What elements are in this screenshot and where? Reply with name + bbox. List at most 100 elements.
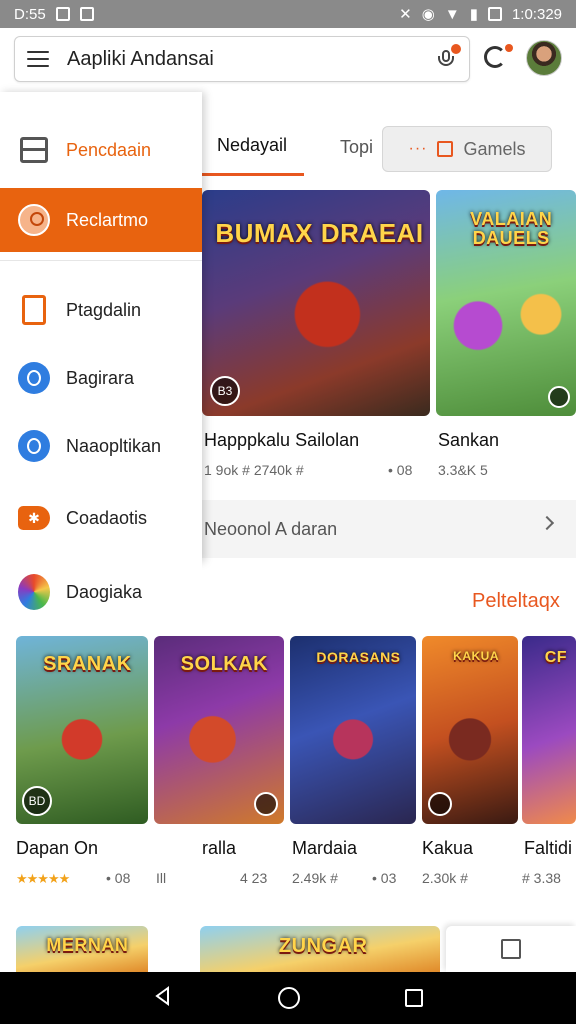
featured-title[interactable]: Happpkalu Sailolan	[204, 430, 359, 451]
card-art-title: VALAIAN DAUELS	[470, 209, 553, 248]
chevron-right-icon	[539, 515, 555, 531]
drawer-item-pencdaain[interactable]: Pencdaain	[0, 118, 202, 182]
drawer-item-label: Ptagdalin	[66, 299, 142, 320]
game-title[interactable]: ralla	[202, 838, 236, 859]
status-time-left: D:55	[14, 5, 46, 23]
refresh-icon[interactable]	[484, 46, 506, 68]
microphone-icon[interactable]	[435, 44, 461, 70]
game-meta: 4 23	[240, 870, 268, 886]
card-art-title: MERNAN	[46, 935, 129, 955]
top-bar: Aapliki Andansai	[0, 28, 576, 92]
game-icon	[18, 574, 50, 610]
game-card[interactable]: SRANAK BD	[16, 636, 148, 824]
card-art-title: SRANAK	[43, 653, 132, 675]
game-title[interactable]: Kakua	[422, 838, 473, 859]
tab-nedayail[interactable]: Nedayail	[200, 118, 304, 176]
drawer-item-bagirara[interactable]: Bagirara	[0, 346, 202, 410]
divider	[0, 260, 202, 261]
document-icon	[18, 294, 50, 326]
signal-icon: ▮	[469, 6, 478, 23]
featured-card[interactable]: VALAIAN DAUELS	[436, 190, 576, 416]
battery-icon	[487, 7, 502, 21]
featured-title[interactable]: Sankan	[438, 430, 499, 451]
card-badge: BD	[22, 786, 52, 816]
search-input[interactable]: Aapliki Andansai	[67, 48, 435, 71]
game-meta: 2.49k #	[292, 870, 338, 886]
more-dots-icon: ···	[408, 140, 428, 157]
status-bar: D:55 ✕ ◉ ▼ ▮ 1:0:329	[0, 0, 576, 28]
document-icon	[501, 939, 521, 959]
rating-stars-icon: ★★★★★	[16, 871, 70, 886]
floating-action-tab[interactable]	[446, 926, 576, 972]
menu-icon[interactable]	[27, 51, 49, 67]
system-nav-bar	[0, 972, 576, 1024]
notification-icon	[55, 7, 70, 21]
notification-icon	[79, 7, 94, 21]
card-badge	[254, 792, 278, 816]
card-art-title: KAKUA	[453, 649, 499, 663]
game-rating: ★★★★★	[16, 870, 70, 887]
card-badge	[428, 792, 452, 816]
back-icon[interactable]	[153, 985, 173, 1011]
game-title[interactable]: Faltidi	[524, 838, 572, 859]
recent-apps-icon[interactable]	[405, 989, 424, 1007]
game-meta: 2.30k #	[422, 870, 468, 886]
card-art-title: DORASANS	[316, 649, 401, 665]
game-meta-left: Ill	[156, 870, 167, 886]
game-card[interactable]: ZUNGAR	[200, 926, 440, 972]
game-card[interactable]: DORASANS	[290, 636, 416, 824]
card-art-title: ZUNGAR	[278, 935, 368, 957]
game-meta: # 3.38	[522, 870, 561, 886]
drawer-item-label: Pencdaain	[66, 139, 152, 160]
tag-icon: ✱	[18, 502, 50, 534]
card-badge	[548, 386, 570, 408]
featured-card[interactable]: BUMAX DRAEAI B3	[202, 190, 430, 416]
featured-meta: 3.3&K 5	[438, 462, 488, 478]
featured-meta: 1 9ok # 2740k #	[204, 462, 304, 478]
drawer-item-label: Naaopltikan	[66, 435, 162, 456]
search-bar[interactable]: Aapliki Andansai	[14, 36, 470, 82]
layout-icon	[18, 134, 50, 166]
game-card[interactable]: MERNAN	[16, 926, 148, 972]
card-art-title: BUMAX DRAEAI	[215, 218, 424, 248]
game-title[interactable]: Dapan On	[16, 838, 98, 859]
game-card[interactable]: SOLKAK	[154, 636, 284, 824]
gift-icon	[437, 141, 454, 157]
drawer-item-reclartmo[interactable]: Reclartmo	[0, 188, 202, 252]
alarm-icon: ◉	[421, 6, 435, 23]
section-link[interactable]: Pelteltaqx	[472, 590, 560, 613]
game-meta: • 08	[106, 870, 131, 886]
status-time-right: 1:0:329	[511, 5, 562, 23]
drawer-item-ptagdalin[interactable]: Ptagdalin	[0, 278, 202, 342]
circle-o-icon	[18, 430, 50, 462]
card-art-title: CF	[544, 649, 568, 666]
drawer-item-naaopltikan[interactable]: Naaopltikan	[0, 414, 202, 478]
notification-dot	[505, 44, 513, 52]
drawer-item-label: Bagirara	[66, 367, 135, 388]
card-badge: B3	[210, 376, 240, 406]
game-card[interactable]: KAKUA	[422, 636, 518, 824]
tab-topi[interactable]: Topi	[340, 118, 373, 176]
drawer-section-label: Daogiaka	[66, 581, 143, 602]
drawer-section-daogiaka[interactable]: Daogiaka	[0, 562, 202, 622]
game-card[interactable]: CF	[522, 636, 576, 824]
game-meta-2: • 03	[372, 870, 397, 886]
drawer-item-label: Coadaotis	[66, 507, 148, 528]
tab-games-label: Gamels	[463, 138, 526, 159]
tab-bar: Nedayail Topi ··· Gamels	[200, 118, 576, 178]
game-title[interactable]: Mardaia	[292, 838, 357, 859]
home-icon[interactable]	[277, 987, 300, 1009]
featured-meta-2: • 08	[388, 462, 413, 478]
see-all-label: Neoonol A daran	[204, 518, 338, 539]
wifi-icon: ▼	[444, 5, 460, 23]
tab-games[interactable]: ··· Gamels	[382, 126, 552, 172]
card-art-title: SOLKAK	[180, 653, 269, 675]
mute-icon: ✕	[399, 6, 412, 23]
navigation-drawer: Pencdaain Reclartmo Ptagdalin Bagirara N…	[0, 92, 202, 562]
avatar[interactable]	[526, 40, 562, 76]
drawer-item-coadaotis[interactable]: ✱ Coadaotis	[0, 486, 202, 550]
person-icon	[18, 204, 50, 236]
drawer-item-label: Reclartmo	[66, 209, 149, 230]
see-all-row[interactable]: Neoonol A daran	[200, 500, 576, 558]
circle-d-icon	[18, 362, 50, 394]
